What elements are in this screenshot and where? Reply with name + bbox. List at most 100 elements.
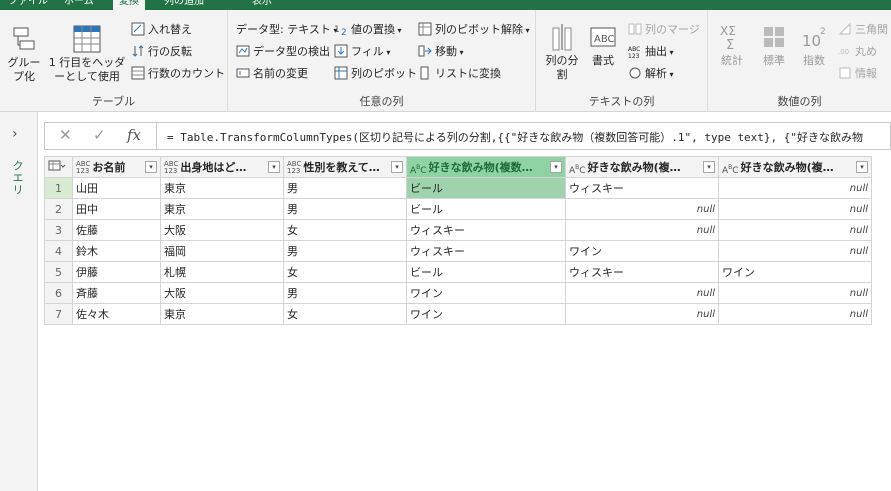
table-cell[interactable]: 山田 <box>72 177 161 199</box>
scientific-button[interactable]: 10 2 指数 <box>796 22 832 68</box>
row-number[interactable]: 2 <box>44 198 73 220</box>
table-cell[interactable]: ウィスキー <box>565 261 719 283</box>
table-cell[interactable]: ビール <box>406 198 566 220</box>
tab-view[interactable]: 表示 <box>246 0 278 10</box>
table-cell[interactable]: null <box>718 240 872 262</box>
extract-button[interactable]: ABC 123 抽出 ▾ <box>628 42 674 62</box>
move-button[interactable]: 移動 ▾ <box>418 42 464 62</box>
table-cell[interactable]: 大阪 <box>160 282 284 304</box>
table-cell[interactable]: ビール <box>406 177 566 199</box>
table-cell[interactable]: 鈴木 <box>72 240 161 262</box>
table-cell[interactable]: 男 <box>283 282 407 304</box>
table-cell[interactable]: null <box>718 198 872 220</box>
tab-transform[interactable]: 変換 <box>113 0 145 10</box>
parse-button[interactable]: 解析 ▾ <box>628 64 674 84</box>
tab-home[interactable]: ホーム <box>58 0 100 10</box>
table-cell[interactable]: ワイン <box>406 282 566 304</box>
table-cell[interactable]: 女 <box>283 303 407 325</box>
unpivot-columns-button[interactable]: 列のピボット解除 ▾ <box>418 20 530 40</box>
column-header[interactable]: ABC 好きな飲み物(複… ▾ <box>565 156 719 178</box>
table-cell[interactable]: 男 <box>283 198 407 220</box>
table-cell[interactable]: 札幌 <box>160 261 284 283</box>
tab-add-column[interactable]: 列の追加 <box>158 0 210 10</box>
table-cell[interactable]: 東京 <box>160 303 284 325</box>
table-cell[interactable]: 女 <box>283 261 407 283</box>
table-menu-cell[interactable] <box>44 156 73 178</box>
table-cell[interactable]: ウィスキー <box>565 177 719 199</box>
information-button[interactable]: 情報 <box>838 64 877 84</box>
column-filter-icon[interactable]: ▾ <box>268 161 280 173</box>
table-cell[interactable]: null <box>565 303 719 325</box>
chevron-right-icon[interactable]: › <box>12 126 18 142</box>
table-cell[interactable]: ワイン <box>718 261 872 283</box>
replace-values-button[interactable]: 1 2 値の置換 ▾ <box>334 20 402 40</box>
column-filter-icon[interactable]: ▾ <box>703 161 715 173</box>
table-cell[interactable]: 男 <box>283 240 407 262</box>
column-filter-icon[interactable]: ▾ <box>856 161 868 173</box>
table-cell[interactable]: null <box>565 198 719 220</box>
text-column-group-label: テキストの列 <box>588 95 655 108</box>
format-button[interactable]: ABC 書式 <box>586 22 620 68</box>
split-column-button[interactable]: 列の分割 <box>542 22 582 82</box>
table-cell[interactable]: null <box>718 177 872 199</box>
row-number[interactable]: 1 <box>44 177 73 199</box>
data-type-dropdown[interactable]: データ型: テキスト ▾ <box>236 20 337 40</box>
table-cell[interactable]: 女 <box>283 219 407 241</box>
queries-pane-label[interactable]: クエリ <box>9 160 25 196</box>
column-header[interactable]: ABC 123 お名前 ▾ <box>72 156 161 178</box>
column-header[interactable]: ABC 好きな飲み物(複… ▾ <box>718 156 872 178</box>
row-number[interactable]: 3 <box>44 219 73 241</box>
column-header[interactable]: ABC 123 出身地はど… ▾ <box>160 156 284 178</box>
row-number[interactable]: 7 <box>44 303 73 325</box>
table-cell[interactable]: null <box>718 282 872 304</box>
table-cell[interactable]: 東京 <box>160 198 284 220</box>
use-first-row-as-headers-button[interactable]: 1 行目をヘッダーとして使用 <box>48 24 126 84</box>
fill-button[interactable]: フィル ▾ <box>334 42 390 62</box>
column-header[interactable]: ABC 123 性別を教えて… ▾ <box>283 156 407 178</box>
table-cell[interactable]: 斉藤 <box>72 282 161 304</box>
cancel-icon[interactable]: ✕ <box>59 126 72 144</box>
table-cell[interactable]: null <box>565 219 719 241</box>
statistics-button[interactable]: XΣ Σ 統計 <box>712 22 752 68</box>
merge-columns-button[interactable]: 列のマージ <box>628 20 700 40</box>
convert-to-list-button[interactable]: リストに変換 <box>418 64 501 84</box>
transpose-button[interactable]: 入れ替え <box>131 20 192 40</box>
rounding-button[interactable]: .00 丸め <box>838 42 877 62</box>
column-filter-icon[interactable]: ▾ <box>145 161 157 173</box>
table-cell[interactable]: 伊藤 <box>72 261 161 283</box>
detect-data-type-button[interactable]: データ型の検出 <box>236 42 330 62</box>
table-cell[interactable]: null <box>718 219 872 241</box>
reverse-rows-button[interactable]: 行の反転 <box>131 42 192 62</box>
group-by-button[interactable]: グループ化 <box>6 24 42 84</box>
table-cell[interactable]: ワイン <box>406 303 566 325</box>
column-filter-icon[interactable]: ▾ <box>550 161 562 173</box>
table-cell[interactable]: ビール <box>406 261 566 283</box>
row-number[interactable]: 4 <box>44 240 73 262</box>
column-filter-icon[interactable]: ▾ <box>391 161 403 173</box>
table-cell[interactable]: 田中 <box>72 198 161 220</box>
table-cell[interactable]: 佐藤 <box>72 219 161 241</box>
table-cell[interactable]: 佐々木 <box>72 303 161 325</box>
column-header-selected[interactable]: ABC 好きな飲み物(複数… ▾ <box>406 156 566 178</box>
count-rows-button[interactable]: 行数のカウント <box>131 64 225 84</box>
tab-file[interactable]: ファイル <box>2 0 54 10</box>
pivot-column-button[interactable]: 列のピボット <box>334 64 417 84</box>
table-cell[interactable]: 東京 <box>160 177 284 199</box>
table-cell[interactable]: 男 <box>283 177 407 199</box>
trigonometry-button[interactable]: 三角関 <box>838 20 888 40</box>
rename-button[interactable]: 名前の変更 <box>236 64 308 84</box>
fx-icon[interactable]: fx <box>127 126 141 144</box>
standard-button[interactable]: 標準 <box>754 22 794 68</box>
row-number[interactable]: 6 <box>44 282 73 304</box>
table-cell[interactable]: ウィスキー <box>406 240 566 262</box>
table-cell[interactable]: ウィスキー <box>406 219 566 241</box>
table-cell[interactable]: ワイン <box>565 240 719 262</box>
table-cell[interactable]: 大阪 <box>160 219 284 241</box>
formula-bar-buttons: ✕ ✓ fx <box>45 123 157 149</box>
table-cell[interactable]: null <box>718 303 872 325</box>
confirm-icon[interactable]: ✓ <box>93 126 106 144</box>
row-number[interactable]: 5 <box>44 261 73 283</box>
formula-input[interactable]: = Table.TransformColumnTypes(区切り記号による列の分… <box>167 129 863 145</box>
table-cell[interactable]: 福岡 <box>160 240 284 262</box>
table-cell[interactable]: null <box>565 282 719 304</box>
